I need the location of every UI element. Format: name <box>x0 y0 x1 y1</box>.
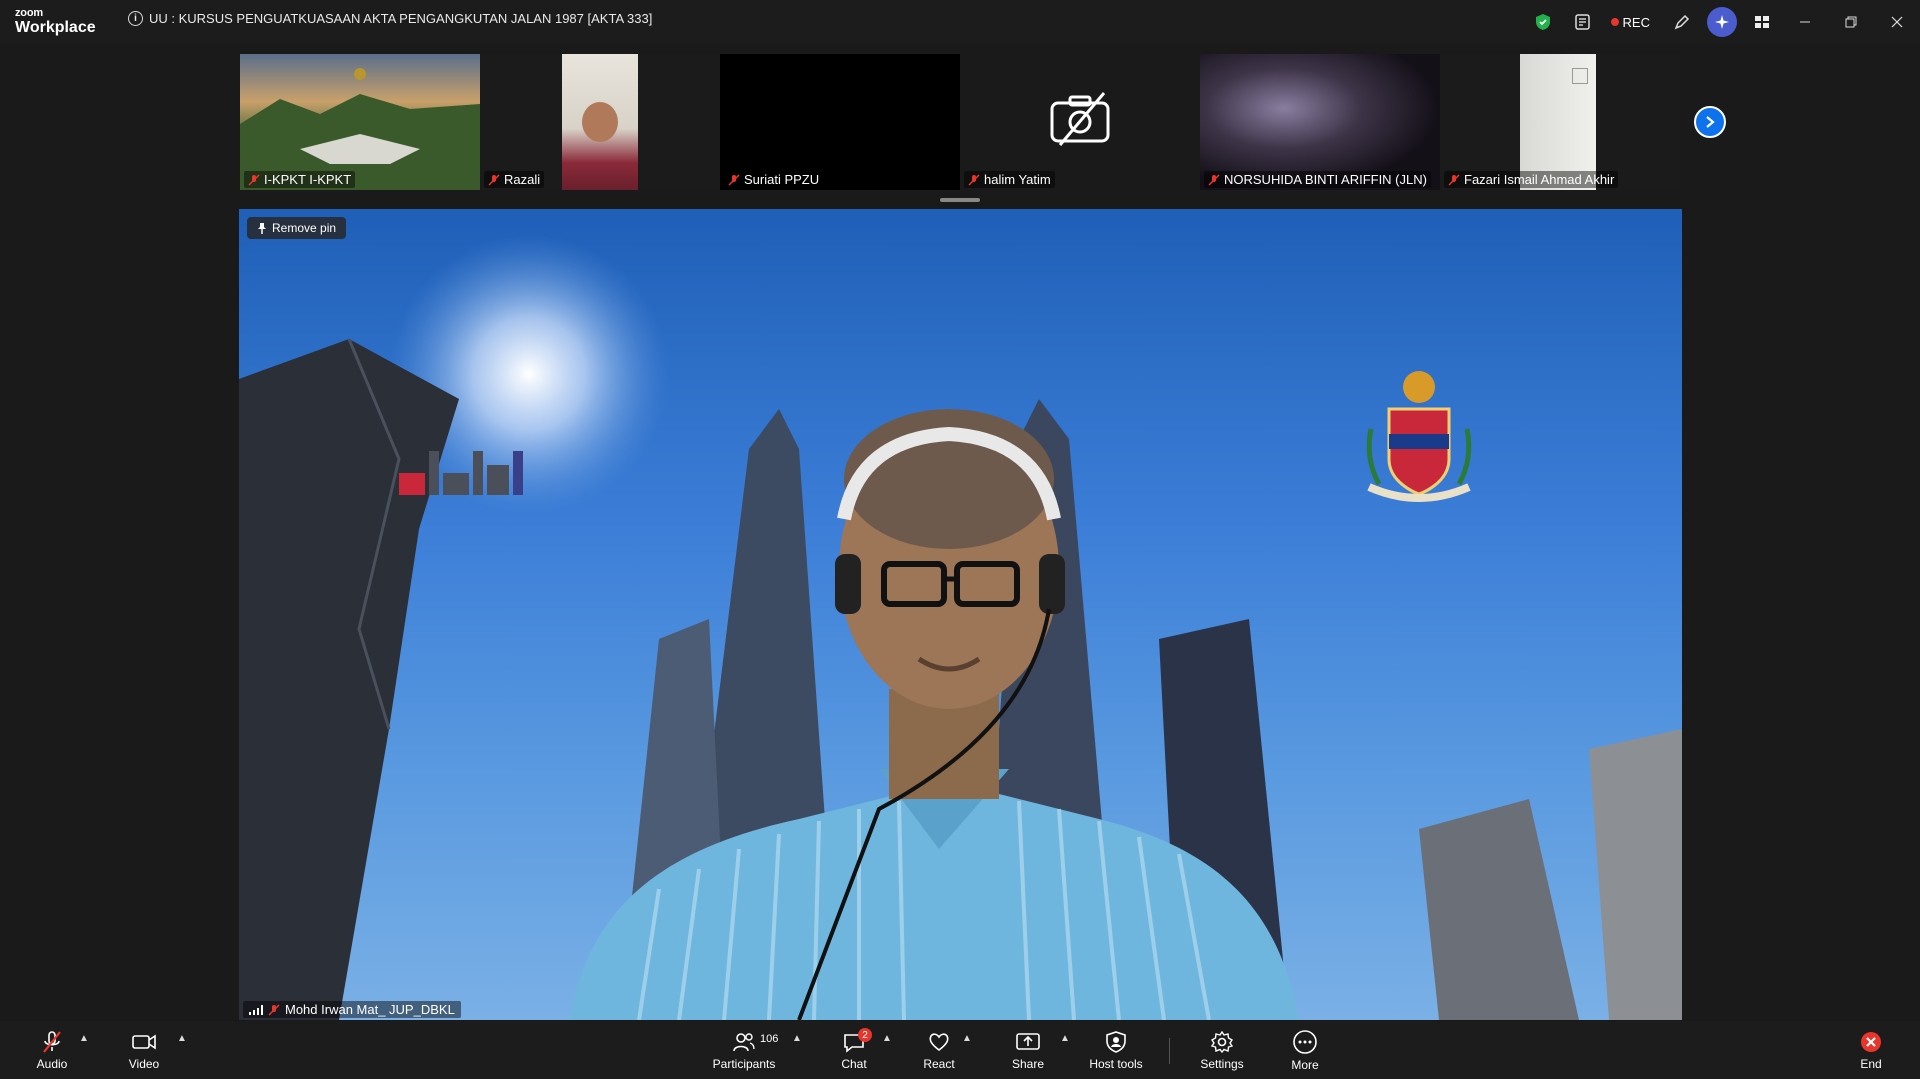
recording-indicator[interactable]: REC <box>1603 15 1662 30</box>
heart-icon <box>929 1032 949 1051</box>
chevron-right-icon <box>1706 116 1715 128</box>
muted-mic-icon <box>248 173 260 186</box>
close-window-button[interactable] <box>1874 0 1920 44</box>
share-screen-icon <box>1016 1032 1040 1050</box>
participant-name: Suriati PPZU <box>724 171 824 188</box>
participant-name: halim Yatim <box>964 171 1055 188</box>
participant-name: I-KPKT I-KPKT <box>244 171 356 188</box>
participant-thumbnail-strip: I-KPKT I-KPKT Razali Suriati PPZU halim … <box>240 54 1680 190</box>
record-dot-icon <box>1610 18 1619 26</box>
more-label: More <box>1291 1057 1319 1072</box>
camera-off-icon <box>1050 92 1110 146</box>
rec-label: REC <box>1622 14 1650 30</box>
share-options-caret-icon[interactable]: ▲ <box>1060 1033 1070 1044</box>
settings-button[interactable]: Settings <box>1197 1021 1247 1079</box>
pinned-video: Remove pin Mohd Irwan Mat_ JUP_DBKL <box>239 209 1682 1020</box>
meeting-toolbar: Audio ▲ Video ▲ Participants 106 ▲ Chat … <box>0 1021 1920 1079</box>
signal-strength-icon <box>249 1004 263 1015</box>
audio-label: Audio <box>36 1056 68 1071</box>
participant-tile[interactable]: I-KPKT I-KPKT <box>240 54 480 190</box>
chat-label: Chat <box>841 1056 867 1071</box>
participant-tile[interactable]: Fazari Ismail Ahmad Akhir <box>1440 54 1680 190</box>
muted-mic-icon <box>1448 173 1460 186</box>
landscape-image <box>240 68 480 190</box>
video-camera-icon <box>132 1034 156 1049</box>
react-button[interactable]: React <box>918 1021 960 1079</box>
chat-options-caret-icon[interactable]: ▲ <box>882 1033 892 1044</box>
settings-label: Settings <box>1200 1056 1244 1071</box>
video-options-caret-icon[interactable]: ▲ <box>177 1033 187 1044</box>
muted-mic-icon <box>488 173 500 186</box>
ai-sparkle-icon <box>1707 7 1737 37</box>
apps-grid-icon[interactable] <box>1742 0 1782 44</box>
logo-text-top: zoom <box>15 7 43 19</box>
participant-tile[interactable]: halim Yatim <box>960 54 1200 190</box>
remove-pin-label: Remove pin <box>272 221 337 235</box>
remove-pin-button[interactable]: Remove pin <box>247 217 347 239</box>
muted-mic-icon <box>728 173 740 186</box>
participant-video <box>562 54 638 190</box>
host-tools-label: Host tools <box>1089 1056 1143 1071</box>
share-label: Share <box>1011 1056 1045 1071</box>
minimize-button[interactable] <box>1782 0 1828 44</box>
meeting-summary-icon[interactable] <box>1563 0 1603 44</box>
muted-mic-icon <box>968 173 980 186</box>
muted-microphone-icon <box>43 1030 61 1053</box>
muted-mic-icon <box>268 1003 280 1016</box>
zoom-logo: zoom Workplace <box>15 8 96 36</box>
participant-name: NORSUHIDA BINTI ARIFFIN (JLN) <box>1204 171 1431 188</box>
audio-options-caret-icon[interactable]: ▲ <box>79 1033 89 1044</box>
unread-chat-badge: 2 <box>858 1028 872 1042</box>
gear-icon <box>1210 1030 1234 1053</box>
video-button[interactable]: Video <box>122 1021 166 1079</box>
participant-tile[interactable]: Razali <box>480 54 720 190</box>
toolbar-divider <box>1169 1038 1170 1064</box>
end-label: End <box>1860 1056 1882 1071</box>
participants-count: 106 <box>760 1033 779 1045</box>
participants-icon <box>733 1032 755 1051</box>
speaker-video <box>569 409 1299 1020</box>
share-button[interactable]: Share <box>1007 1021 1049 1079</box>
participant-name: Razali <box>484 171 545 188</box>
audio-button[interactable]: Audio <box>30 1021 74 1079</box>
logo-text-bottom: Workplace <box>15 19 96 36</box>
react-label: React <box>923 1056 955 1071</box>
ai-companion-button[interactable] <box>1702 0 1742 44</box>
participants-options-caret-icon[interactable]: ▲ <box>792 1033 802 1044</box>
speaker-name: Mohd Irwan Mat_ JUP_DBKL <box>285 1002 455 1017</box>
host-shield-icon <box>1106 1030 1126 1053</box>
video-label: Video <box>128 1056 160 1071</box>
host-tools-button[interactable]: Host tools <box>1086 1021 1146 1079</box>
participant-video <box>1520 54 1596 190</box>
participant-name: Fazari Ismail Ahmad Akhir <box>1444 171 1619 188</box>
more-dots-icon <box>1293 1029 1317 1054</box>
strip-resize-handle[interactable] <box>940 198 980 202</box>
react-options-caret-icon[interactable]: ▲ <box>962 1033 972 1044</box>
meeting-title[interactable]: i UU : KURSUS PENGUATKUASAAN AKTA PENGAN… <box>128 11 652 26</box>
title-bar: zoom Workplace i UU : KURSUS PENGUATKUAS… <box>0 0 1920 44</box>
muted-mic-icon <box>1208 173 1220 186</box>
participant-tile[interactable]: NORSUHIDA BINTI ARIFFIN (JLN) <box>1200 54 1440 190</box>
meeting-title-text: UU : KURSUS PENGUATKUASAAN AKTA PENGANGK… <box>149 11 653 26</box>
annotate-pen-icon[interactable] <box>1662 0 1702 44</box>
participants-label: Participants <box>712 1056 776 1071</box>
end-close-icon <box>1861 1031 1881 1052</box>
info-icon[interactable]: i <box>128 11 143 26</box>
end-meeting-button[interactable]: End <box>1856 1021 1886 1079</box>
participants-button[interactable]: Participants <box>709 1021 779 1079</box>
restore-button[interactable] <box>1828 0 1874 44</box>
participant-tile[interactable]: Suriati PPZU <box>720 54 960 190</box>
next-page-button[interactable] <box>1694 106 1726 138</box>
speaker-name-tag: Mohd Irwan Mat_ JUP_DBKL <box>243 1001 461 1018</box>
more-button[interactable]: More <box>1285 1021 1325 1079</box>
encryption-shield-icon[interactable] <box>1523 0 1563 44</box>
pin-icon <box>258 223 266 234</box>
